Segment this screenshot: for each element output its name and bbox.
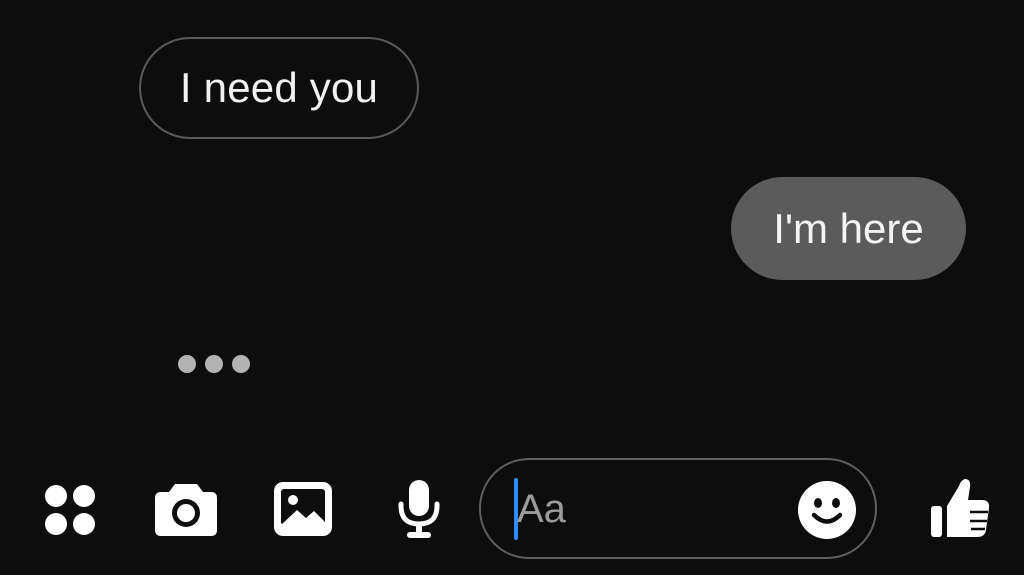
typing-dot bbox=[232, 355, 250, 373]
thumbs-up-icon[interactable] bbox=[928, 476, 992, 540]
incoming-message-text: I need you bbox=[179, 64, 379, 111]
apps-grid-icon[interactable] bbox=[42, 482, 98, 538]
message-input[interactable] bbox=[517, 480, 777, 538]
typing-indicator bbox=[178, 355, 250, 373]
outgoing-message-text: I'm here bbox=[773, 204, 924, 252]
camera-icon[interactable] bbox=[153, 480, 219, 538]
emoji-icon[interactable] bbox=[797, 480, 857, 540]
typing-dot bbox=[178, 355, 196, 373]
outgoing-message-bubble[interactable]: I'm here bbox=[731, 177, 966, 280]
image-icon[interactable] bbox=[272, 480, 334, 538]
microphone-icon[interactable] bbox=[396, 478, 442, 540]
incoming-message-bubble[interactable]: I need you bbox=[139, 37, 419, 139]
message-composer[interactable] bbox=[479, 458, 877, 559]
typing-dot bbox=[205, 355, 223, 373]
